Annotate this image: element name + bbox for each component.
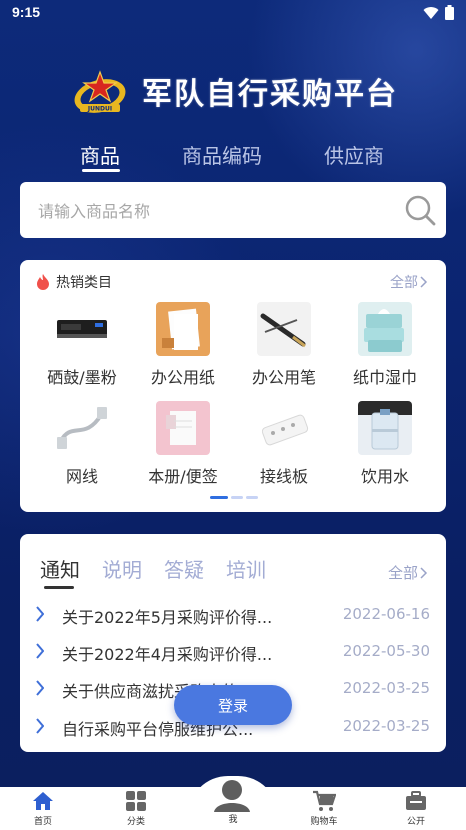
- nav-cart[interactable]: 购物车: [294, 789, 354, 827]
- login-button[interactable]: 登录: [174, 685, 292, 725]
- grid-icon: [126, 791, 146, 811]
- app-title: 军队自行采购平台: [142, 77, 398, 112]
- nav-label: 公开: [406, 817, 425, 827]
- nav-label: 我: [228, 815, 238, 825]
- more-label: 全部: [387, 564, 418, 582]
- notebook-image: [156, 401, 210, 455]
- pen-image: [257, 302, 311, 356]
- category-label: 办公用笔: [251, 368, 316, 387]
- wifi-icon: [423, 6, 439, 19]
- logo-text: JUNDUI: [87, 106, 112, 113]
- pager-dot[interactable]: [246, 496, 258, 499]
- category-label: 纸巾湿巾: [352, 368, 417, 387]
- briefcase-icon: [406, 791, 426, 810]
- tissue-image: [358, 302, 412, 356]
- category-power-strip[interactable]: 接线板: [234, 401, 334, 487]
- army-star-logo: JUNDUI: [74, 70, 126, 113]
- office-paper-image: [156, 302, 210, 356]
- nav-home[interactable]: 首页: [13, 789, 73, 827]
- app-screen: 9:15 JUNDUI 军队自行采购平台 商品 商品编码 供应商 请输入商品名称…: [0, 0, 466, 830]
- notice-tab-instructions[interactable]: 说明: [102, 554, 142, 583]
- search-bar: [20, 182, 446, 240]
- notice-title: 关于2022年4月采购评价得...: [62, 645, 273, 664]
- status-icons: [423, 5, 454, 20]
- category-label: 硒鼓/墨粉: [47, 368, 117, 387]
- cart-icon: [313, 790, 336, 811]
- chevron-right-icon: [36, 643, 44, 659]
- category-label: 办公用纸: [150, 368, 215, 387]
- nav-me[interactable]: 我: [203, 811, 263, 825]
- status-time: 9:15: [12, 4, 41, 20]
- search-input[interactable]: [36, 182, 400, 240]
- active-tab-indicator: [82, 169, 120, 172]
- notices-more-link[interactable]: 全部: [388, 562, 428, 583]
- notice-date: 2022-03-25: [342, 717, 430, 735]
- chevron-right-icon: [420, 276, 428, 288]
- hot-categories-more-link[interactable]: 全部: [390, 272, 428, 292]
- category-label: 本册/便签: [148, 467, 218, 486]
- category-network-cable[interactable]: 网线: [32, 401, 132, 487]
- more-label: 全部: [390, 275, 418, 291]
- nav-label: 首页: [33, 817, 52, 827]
- notice-date: 2022-05-30: [342, 642, 430, 660]
- notice-item[interactable]: 关于2022年4月采购评价得... 2022-05-30: [36, 639, 430, 665]
- chevron-right-icon: [420, 566, 428, 579]
- drinking-water-image: [358, 401, 412, 455]
- chevron-right-icon: [36, 606, 44, 622]
- pager-dot[interactable]: [231, 496, 243, 499]
- carousel-pager: [210, 496, 258, 499]
- pager-dot[interactable]: [210, 496, 228, 499]
- chevron-right-icon: [36, 680, 44, 696]
- avatar-icon[interactable]: [212, 778, 252, 812]
- nav-label: 购物车: [310, 817, 338, 827]
- category-tissues[interactable]: 纸巾湿巾: [335, 302, 435, 388]
- category-label: 网线: [65, 467, 98, 486]
- nav-category[interactable]: 分类: [106, 789, 166, 827]
- power-strip-image: [257, 401, 311, 455]
- home-icon: [33, 792, 53, 810]
- hot-categories-title: 热销类目: [56, 275, 112, 291]
- notice-tab-indicator: [44, 586, 74, 589]
- notice-item[interactable]: 关于2022年5月采购评价得... 2022-06-16: [36, 602, 430, 628]
- toner-cartridge-image: [55, 302, 109, 356]
- battery-icon: [445, 5, 454, 20]
- status-bar: 9:15: [0, 0, 466, 26]
- category-office-paper[interactable]: 办公用纸: [133, 302, 233, 388]
- category-notebooks[interactable]: 本册/便签: [133, 401, 233, 487]
- flame-icon: [37, 274, 49, 290]
- hot-categories-card: 热销类目 全部 硒鼓/墨粉 办公用纸 办公用笔 纸巾湿巾 网线 本册/便签 接线…: [20, 260, 446, 512]
- search-icon[interactable]: [404, 194, 436, 226]
- chevron-right-icon: [36, 718, 44, 734]
- tab-product-code[interactable]: 商品编码: [182, 140, 262, 169]
- network-cable-image: [55, 401, 109, 455]
- search-type-tabs: 商品 商品编码 供应商: [0, 140, 466, 180]
- notice-tab-faq[interactable]: 答疑: [164, 554, 204, 583]
- category-label: 接线板: [259, 467, 308, 486]
- category-label: 饮用水: [360, 467, 409, 486]
- category-toner[interactable]: 硒鼓/墨粉: [32, 302, 132, 388]
- hot-categories-header: 热销类目: [36, 272, 112, 292]
- tab-product[interactable]: 商品: [80, 140, 120, 169]
- notice-date: 2022-03-25: [342, 679, 430, 697]
- notice-tab-notification[interactable]: 通知: [40, 554, 80, 583]
- nav-label: 分类: [126, 817, 145, 827]
- notice-tab-training[interactable]: 培训: [226, 554, 266, 583]
- notice-tabs: 通知 说明 答疑 培训: [40, 554, 266, 583]
- category-pens[interactable]: 办公用笔: [234, 302, 334, 388]
- category-drinking-water[interactable]: 饮用水: [335, 401, 435, 487]
- notice-title: 关于2022年5月采购评价得...: [62, 608, 273, 627]
- tab-supplier[interactable]: 供应商: [324, 140, 384, 169]
- notice-date: 2022-06-16: [342, 605, 430, 623]
- nav-public[interactable]: 公开: [386, 789, 446, 827]
- app-header: JUNDUI 军队自行采购平台: [72, 66, 398, 116]
